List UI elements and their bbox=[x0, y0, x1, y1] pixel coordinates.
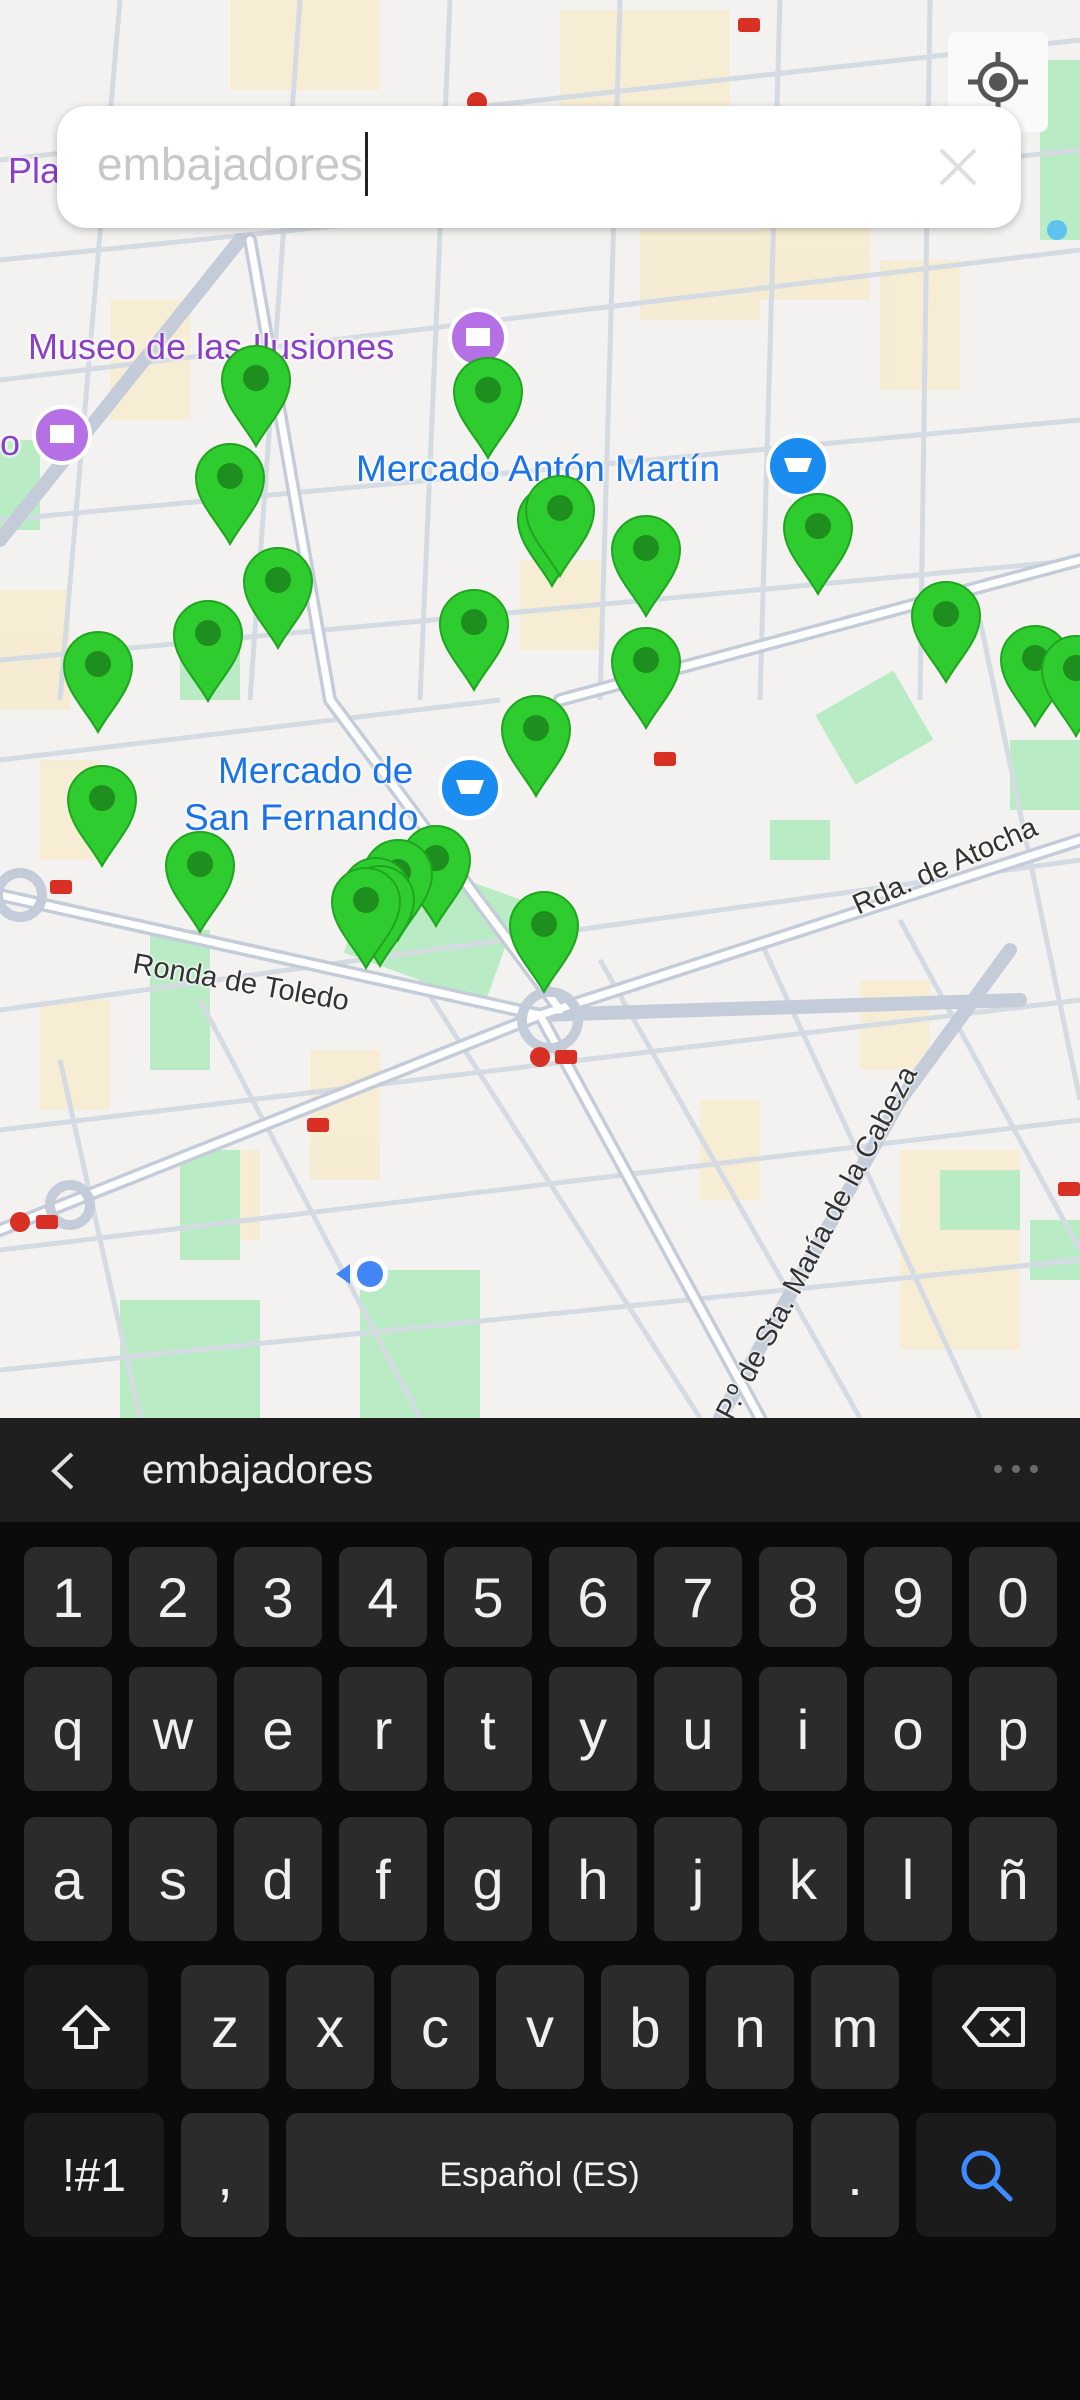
map-pin-icon bbox=[172, 600, 244, 704]
map-pin[interactable] bbox=[498, 692, 574, 799]
map-view[interactable]: Pla Museo de las Ilusiones o Mercado Ant… bbox=[0, 0, 1080, 1418]
key-i[interactable]: i bbox=[759, 1667, 847, 1791]
map-pin-icon bbox=[910, 581, 982, 685]
map-pin-icon bbox=[194, 443, 266, 547]
map-pin-icon bbox=[62, 631, 134, 735]
key-x[interactable]: x bbox=[286, 1965, 374, 2089]
search-box[interactable]: embajadores bbox=[57, 106, 1021, 228]
key-y[interactable]: y bbox=[549, 1667, 637, 1791]
map-pin-icon bbox=[66, 765, 138, 869]
shift-key[interactable] bbox=[24, 1965, 148, 2089]
backspace-key[interactable] bbox=[932, 1965, 1056, 2089]
map-pin[interactable] bbox=[608, 512, 684, 619]
key-0[interactable]: 0 bbox=[969, 1547, 1057, 1647]
search-input[interactable]: embajadores bbox=[97, 132, 368, 200]
key-k[interactable]: k bbox=[759, 1817, 847, 1941]
map-pin-icon bbox=[508, 891, 580, 995]
suggestion-word[interactable]: embajadores bbox=[142, 1448, 373, 1493]
map-pin[interactable] bbox=[908, 578, 984, 685]
map-pin-icon bbox=[452, 357, 524, 461]
map-pin[interactable] bbox=[218, 342, 294, 449]
map-pin-icon bbox=[1040, 635, 1080, 739]
key-a[interactable]: a bbox=[24, 1817, 112, 1941]
map-pin-icon bbox=[782, 493, 854, 597]
map-pin-icon bbox=[242, 547, 314, 651]
key-m[interactable]: m bbox=[811, 1965, 899, 2089]
clear-search-icon[interactable] bbox=[935, 144, 981, 190]
key-ñ[interactable]: ñ bbox=[969, 1817, 1057, 1941]
key-1[interactable]: 1 bbox=[24, 1547, 112, 1647]
key-b[interactable]: b bbox=[601, 1965, 689, 2089]
map-pin[interactable] bbox=[162, 828, 238, 935]
key-d[interactable]: d bbox=[234, 1817, 322, 1941]
key-3[interactable]: 3 bbox=[234, 1547, 322, 1647]
search-query-text: embajadores bbox=[97, 138, 363, 191]
key-v[interactable]: v bbox=[496, 1965, 584, 2089]
key-w[interactable]: w bbox=[129, 1667, 217, 1791]
map-pin-icon bbox=[438, 589, 510, 693]
more-options-icon[interactable] bbox=[992, 1462, 1040, 1476]
user-location-marker bbox=[336, 1256, 388, 1292]
map-pin[interactable] bbox=[192, 440, 268, 547]
shift-icon bbox=[62, 2005, 110, 2049]
keyboard: 1234567890 qwertyuiop asdfghjklñ zxcvbnm !#… bbox=[0, 1522, 1080, 2400]
map-label-partial-o: o bbox=[0, 422, 21, 463]
map-pin-icon bbox=[220, 345, 292, 449]
key-r[interactable]: r bbox=[339, 1667, 427, 1791]
map-pin[interactable] bbox=[436, 586, 512, 693]
key-l[interactable]: l bbox=[864, 1817, 952, 1941]
key-7[interactable]: 7 bbox=[654, 1547, 742, 1647]
symbols-key[interactable]: !#1 bbox=[24, 2113, 164, 2237]
key-n[interactable]: n bbox=[706, 1965, 794, 2089]
key-h[interactable]: h bbox=[549, 1817, 637, 1941]
key-e[interactable]: e bbox=[234, 1667, 322, 1791]
key-t[interactable]: t bbox=[444, 1667, 532, 1791]
key-2[interactable]: 2 bbox=[129, 1547, 217, 1647]
key-s[interactable]: s bbox=[129, 1817, 217, 1941]
key-8[interactable]: 8 bbox=[759, 1547, 847, 1647]
period-key[interactable]: . bbox=[811, 2113, 899, 2237]
map-label-museo[interactable]: Museo de las Ilusiones bbox=[28, 326, 394, 368]
key-p[interactable]: p bbox=[969, 1667, 1057, 1791]
map-pin-icon bbox=[610, 627, 682, 731]
map-label-mercado-de[interactable]: Mercado de bbox=[218, 750, 413, 792]
map-label-partial-left: Pla bbox=[8, 150, 61, 191]
map-pin-icon bbox=[164, 831, 236, 935]
key-g[interactable]: g bbox=[444, 1817, 532, 1941]
map-pin[interactable] bbox=[506, 888, 582, 995]
backspace-icon bbox=[962, 2007, 1025, 2047]
map-pin-icon bbox=[330, 867, 402, 971]
chevron-left-icon[interactable] bbox=[40, 1446, 90, 1496]
map-pin[interactable] bbox=[240, 544, 316, 651]
key-u[interactable]: u bbox=[654, 1667, 742, 1791]
key-9[interactable]: 9 bbox=[864, 1547, 952, 1647]
map-pin[interactable] bbox=[328, 864, 404, 971]
map-pin[interactable] bbox=[780, 490, 856, 597]
search-icon bbox=[961, 2150, 1013, 2202]
text-cursor bbox=[364, 132, 368, 196]
key-c[interactable]: c bbox=[391, 1965, 479, 2089]
key-4[interactable]: 4 bbox=[339, 1547, 427, 1647]
space-key[interactable]: Español (ES) bbox=[286, 2113, 793, 2237]
map-pin[interactable] bbox=[522, 472, 598, 579]
comma-key[interactable]: , bbox=[181, 2113, 269, 2237]
map-pin[interactable] bbox=[608, 624, 684, 731]
map-pin[interactable] bbox=[60, 628, 136, 735]
key-z[interactable]: z bbox=[181, 1965, 269, 2089]
map-pin[interactable] bbox=[64, 762, 140, 869]
key-o[interactable]: o bbox=[864, 1667, 952, 1791]
key-6[interactable]: 6 bbox=[549, 1547, 637, 1647]
map-pin[interactable] bbox=[450, 354, 526, 461]
search-key[interactable] bbox=[916, 2113, 1056, 2237]
map-pin-icon bbox=[610, 515, 682, 619]
map-pin-icon bbox=[524, 475, 596, 579]
key-j[interactable]: j bbox=[654, 1817, 742, 1941]
keyboard-suggestion-bar: embajadores bbox=[0, 1418, 1080, 1522]
key-f[interactable]: f bbox=[339, 1817, 427, 1941]
map-pin-icon bbox=[500, 695, 572, 799]
key-q[interactable]: q bbox=[24, 1667, 112, 1791]
map-pin[interactable] bbox=[1038, 632, 1080, 739]
key-5[interactable]: 5 bbox=[444, 1547, 532, 1647]
map-pin[interactable] bbox=[170, 597, 246, 704]
